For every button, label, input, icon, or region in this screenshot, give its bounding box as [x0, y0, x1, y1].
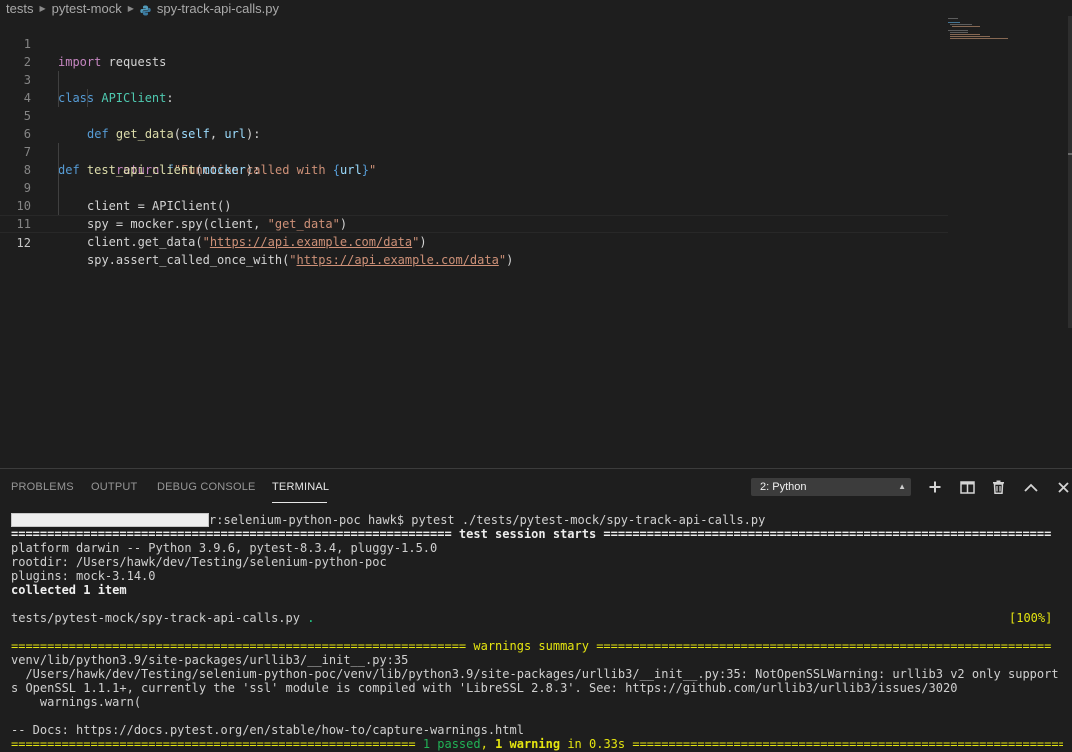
vscode-window: tests ▶ pytest-mock ▶ spy-track-api-call…	[0, 0, 1072, 752]
passed-count: 1 passed	[422, 737, 481, 751]
code-line: 4 def get_data(self, url):	[0, 71, 948, 141]
close-icon[interactable]	[1054, 478, 1072, 496]
terminal-command: r:selenium-python-poc hawk$ pytest ./tes…	[209, 513, 766, 527]
test-file-path: tests/pytest-mock/spy-track-api-calls.py	[11, 611, 300, 625]
code-token: "	[289, 253, 297, 267]
code-token: "	[202, 235, 210, 249]
warning-location: venv/lib/python3.9/site-packages/urllib3…	[11, 653, 409, 667]
chevron-right-icon: ▶	[127, 3, 134, 13]
code-line: 5 return f"Function called with {url}"	[0, 89, 948, 177]
plus-icon[interactable]	[926, 478, 944, 496]
code-token: )	[506, 253, 514, 267]
indent-guide	[58, 71, 59, 89]
warnings-summary-header: ========================================…	[11, 639, 1052, 653]
code-token: spy.assert_called_once_with(	[87, 253, 290, 267]
test-pass-dot: .	[307, 611, 315, 625]
trash-icon[interactable]	[989, 478, 1007, 496]
duration: in 0.33s	[560, 737, 626, 751]
python-file-icon	[140, 4, 151, 15]
breadcrumb: tests ▶ pytest-mock ▶ spy-track-api-call…	[0, 0, 1072, 16]
current-line: 12	[0, 215, 948, 250]
code-line: 3 class APIClient:	[0, 53, 948, 105]
code-line: 1 import requests	[0, 17, 948, 69]
session-start-header: ========================================…	[11, 527, 1052, 541]
indent-guide	[87, 89, 88, 107]
warning-count: 1 warning	[495, 737, 561, 751]
terminal-selector-value: 2: Python	[760, 481, 807, 493]
warning-message-line: s OpenSSL 1.1.1+, currently the 'ssl' mo…	[11, 681, 958, 695]
scrollbar-cursor-marker	[1068, 153, 1072, 155]
chevron-up-icon[interactable]	[1022, 478, 1040, 496]
indent-guide	[58, 197, 59, 215]
warning-message-line: /Users/hawk/dev/Testing/selenium-python-…	[11, 667, 1059, 681]
indent-guide	[58, 161, 59, 179]
editor-scrollbar[interactable]	[1068, 16, 1072, 328]
code-token: "	[498, 253, 507, 267]
warning-message-line: warnings.warn(	[11, 695, 142, 709]
rootdir-line: rootdir: /Users/hawk/dev/Testing/seleniu…	[11, 555, 387, 569]
tab-terminal[interactable]: TERMINAL	[272, 481, 329, 493]
breadcrumb-item-pytest-mock[interactable]: pytest-mock	[52, 1, 122, 16]
code-editor[interactable]: 1 import requests 2 3 class APIClient: 4…	[0, 16, 1072, 468]
plugins-line: plugins: mock-3.14.0	[11, 569, 156, 583]
split-icon[interactable]	[958, 478, 976, 496]
url-link[interactable]: https://api.example.com/data	[210, 235, 412, 249]
code-line: 8 client = APIClient()	[0, 143, 948, 213]
breadcrumb-file-name[interactable]: spy-track-api-calls.py	[157, 1, 279, 16]
tab-debug-console[interactable]: DEBUG CONSOLE	[157, 481, 256, 493]
warnings-summary-title: warnings summary	[473, 639, 589, 653]
indent-guide	[58, 89, 59, 107]
terminal-prompt-line: r:selenium-python-poc hawk$ pytest ./tes…	[11, 513, 1063, 527]
redacted-hostname	[11, 513, 209, 527]
line-number: 12	[16, 236, 31, 250]
terminal-output[interactable]: r:selenium-python-poc hawk$ pytest ./tes…	[11, 513, 1067, 752]
code-line: 6	[0, 107, 948, 141]
final-summary-line: ========================================…	[11, 737, 1063, 751]
code-line: 9 spy = mocker.spy(client, "get_data")	[0, 161, 948, 231]
platform-line: platform darwin -- Python 3.9.6, pytest-…	[11, 541, 438, 555]
minimap[interactable]	[942, 16, 1012, 46]
code-token: )	[419, 235, 427, 249]
breadcrumb-item-tests[interactable]: tests	[6, 1, 33, 16]
code-line: 2	[0, 35, 948, 69]
url-link[interactable]: https://api.example.com/data	[297, 253, 499, 267]
panel-tabs: PROBLEMS OUTPUT DEBUG CONSOLE TERMINAL	[0, 469, 740, 505]
docs-link-line: -- Docs: https://docs.pytest.org/en/stab…	[11, 723, 524, 737]
terminal-selector[interactable]: 2: Python ▲	[751, 478, 911, 496]
test-progress: [100%]	[1009, 611, 1053, 625]
code-line: 10 client.get_data("https://api.example.…	[0, 179, 948, 249]
indent-guide	[58, 143, 59, 161]
code-token: client.get_data(	[87, 235, 203, 249]
test-result-line: tests/pytest-mock/spy-track-api-calls.py…	[11, 611, 1063, 625]
tab-output[interactable]: OUTPUT	[91, 481, 137, 493]
indent-guide	[58, 179, 59, 197]
code-line: 11 spy.assert_called_once_with("https://…	[0, 197, 948, 267]
up-down-arrows-icon: ▲	[898, 482, 906, 491]
collected-line: collected 1 item	[11, 583, 127, 597]
tab-problems[interactable]: PROBLEMS	[11, 481, 74, 493]
chevron-right-icon: ▶	[39, 3, 46, 13]
code-line: 7 def test_api_client(mocker):	[0, 125, 948, 177]
active-tab-indicator	[272, 502, 327, 503]
